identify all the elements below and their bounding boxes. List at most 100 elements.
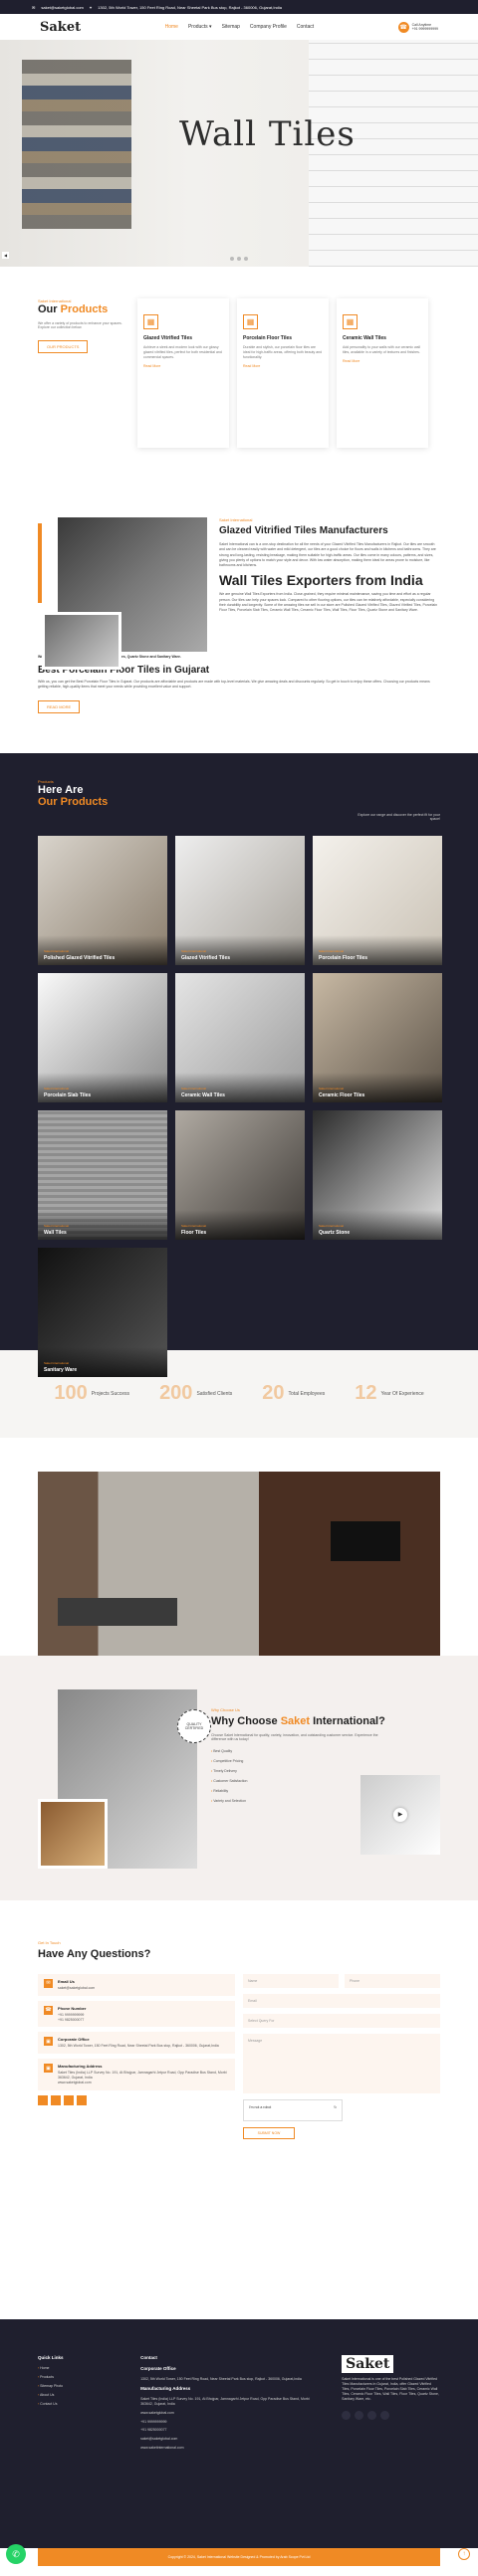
footer-link[interactable]: Home <box>38 2366 117 2371</box>
accent-bar <box>38 523 42 603</box>
footer-link[interactable]: Products <box>38 2375 117 2380</box>
footer-web[interactable]: www.saketglobal.com <box>140 2411 318 2416</box>
product-tile[interactable]: Saket International Porcelain Slab Tiles <box>38 972 167 1102</box>
contact-phone[interactable]: +91 9999999999 <box>58 2013 86 2018</box>
scroll-top-icon[interactable]: ↑ <box>458 2548 470 2560</box>
product-tile[interactable]: Saket International Floor Tiles <box>175 1109 305 1240</box>
email-icon: ✉ <box>32 4 36 10</box>
why-text: Choose Saket International for quality, … <box>211 1732 378 1741</box>
submit-button[interactable]: SUBMIT NOW <box>243 2126 295 2139</box>
stat-item: 200 Satisfied Clients <box>159 1382 233 1405</box>
stat-item: 12 Year Of Experience <box>355 1382 424 1405</box>
product-tile[interactable]: Saket International Glazed Vitrified Tile… <box>175 835 305 965</box>
social-links <box>38 2095 235 2106</box>
phone-input[interactable]: Phone <box>345 1973 440 1988</box>
footer-phone[interactable]: +91 9825000077 <box>140 2428 318 2433</box>
linkedin-icon[interactable] <box>380 2411 390 2421</box>
product-select[interactable]: Select Query For <box>243 2013 440 2028</box>
contact-mfg-box: ▣ Manufacturing Address Saket Tiles (India… <box>38 2059 235 2091</box>
footer-email[interactable]: saket@saketglobal.com <box>140 2437 318 2442</box>
nav-sitemap[interactable]: Sitemap <box>222 24 240 30</box>
about-title: Glazed Vitrified Tiles Manufacturers <box>219 525 388 536</box>
card-title: Glazed Vitrified Tiles <box>143 335 192 341</box>
footer-about: Saket International is one of the best P… <box>342 2377 439 2401</box>
stat-item: 100 Projects Success <box>54 1382 130 1405</box>
tile-icon: ▦ <box>343 314 358 329</box>
footer-link[interactable]: Sitemap Photo <box>38 2384 117 2389</box>
nav-products[interactable]: Products ▾ <box>188 24 212 30</box>
video-thumbnail[interactable]: ▶ <box>360 1774 440 1855</box>
intro-title: Our Products <box>38 303 109 315</box>
read-more-link[interactable]: Read More <box>143 364 223 368</box>
products-section: Products Here Are Our Products Explore ou… <box>0 752 478 1377</box>
header: Saket Home Products ▾ Sitemap Company Pr… <box>0 14 478 40</box>
quality-badge: QUALITY CERTIFIED <box>177 1708 211 1743</box>
contact-web[interactable]: www.saketglobal.com <box>58 2081 229 2085</box>
card-title: Ceramic Wall Tiles <box>343 335 386 341</box>
products-side-text: Explore our range and discover the perfe… <box>358 812 440 821</box>
topbar-email[interactable]: saket@saketglobal.com <box>41 5 84 10</box>
read-more-link[interactable]: Read More <box>343 359 422 363</box>
hero-banner: Wall Tiles ◀ <box>0 40 478 267</box>
contact-office-box: ▣ Corporate Office 1302, 5th World Tower, … <box>38 2032 235 2055</box>
product-tile[interactable]: Saket International Quartz Stone <box>313 1109 442 1240</box>
our-products-button[interactable]: OUR PRODUCTS <box>38 340 89 353</box>
card-title: Porcelain Floor Tiles <box>243 335 293 341</box>
product-tile[interactable]: Saket International Polished Glazed Vitri… <box>38 835 167 965</box>
twitter-icon[interactable] <box>355 2411 364 2421</box>
topbar-address: 1302, 5th World Tower, 150 Feet Ring Roa… <box>98 4 283 10</box>
instagram-icon[interactable] <box>367 2411 377 2421</box>
product-tile[interactable]: Saket International Ceramic Floor Tiles <box>313 972 442 1102</box>
nav-home[interactable]: Home <box>165 24 178 30</box>
contact-phone[interactable]: +91 9825000077 <box>58 2018 86 2023</box>
message-textarea[interactable]: Message <box>243 2033 440 2093</box>
footer-link[interactable]: Contact Us <box>38 2402 117 2407</box>
why-choose-section: QUALITY CERTIFIED Why Choose Us Why Choo… <box>0 1655 478 1900</box>
site-logo[interactable]: Saket <box>40 20 81 35</box>
top-bar: ✉ saket@saketglobal.com ⌖ 1302, 5th Worl… <box>0 0 478 14</box>
whatsapp-icon[interactable]: ✆ <box>6 2544 26 2564</box>
footer-logo[interactable]: Saket <box>342 2355 394 2373</box>
product-tile[interactable]: Saket International Ceramic Wall Tiles <box>175 972 305 1102</box>
about-paragraph: Saket International can is a one-stop de… <box>219 542 436 567</box>
products-title: Here Are Our Products <box>38 783 109 808</box>
nav-contact[interactable]: Contact <box>297 24 314 30</box>
read-more-button[interactable]: READ MORE <box>38 699 81 713</box>
nav-company-profile[interactable]: Company Profile <box>250 24 287 30</box>
why-item: Timely Delivery <box>211 1769 440 1773</box>
twitter-icon[interactable] <box>51 2095 61 2106</box>
slider-dot[interactable] <box>230 257 234 261</box>
contact-email[interactable]: saket@saketglobal.com <box>58 1986 95 1991</box>
product-tile[interactable]: Saket International Sanitary Ware <box>38 1247 167 1377</box>
footer-link[interactable]: About Us <box>38 2393 117 2398</box>
about-secondary-image <box>42 612 121 670</box>
footer-phone[interactable]: +91 9999999999 <box>140 2420 318 2425</box>
email-input[interactable]: Email <box>243 1993 440 2008</box>
footer-web[interactable]: www.saketinternational.com <box>140 2446 318 2451</box>
read-more-link[interactable]: Read More <box>243 364 323 368</box>
factory-icon: ▣ <box>44 2064 53 2074</box>
recaptcha-icon: ↻ <box>334 2104 337 2109</box>
email-icon: ✉ <box>44 1978 53 1988</box>
facebook-icon[interactable] <box>342 2411 352 2421</box>
why-label: Why Choose Us <box>211 1706 240 1712</box>
intro-section: Saket International Our Products We offe… <box>0 267 478 478</box>
product-tile[interactable]: Saket International Porcelain Floor Tiles <box>313 835 442 965</box>
facebook-icon[interactable] <box>38 2095 48 2106</box>
slider-dots <box>230 257 248 261</box>
play-icon[interactable]: ▶ <box>393 1807 407 1822</box>
slider-dot[interactable] <box>244 257 248 261</box>
instagram-icon[interactable] <box>64 2095 74 2106</box>
linkedin-icon[interactable] <box>77 2095 87 2106</box>
hero-tiles-image <box>22 60 131 229</box>
slider-dot[interactable] <box>237 257 241 261</box>
why-item: Best Quality <box>211 1749 440 1753</box>
contact-section: Get In Touch Have Any Questions? ✉ Email … <box>0 1900 478 2207</box>
captcha-box[interactable]: I'm not a robot ↻ <box>243 2098 343 2121</box>
name-input[interactable]: Name <box>243 1973 339 1988</box>
call-phone[interactable]: +91 9999999999 <box>412 27 438 31</box>
product-tile[interactable]: Saket International Wall Tiles <box>38 1109 167 1240</box>
prev-slide-arrow[interactable]: ◀ <box>2 252 10 259</box>
call-box[interactable]: ☎ Call Anytime +91 9999999999 <box>397 21 438 33</box>
exporters-title: Wall Tiles Exporters from India <box>219 572 423 589</box>
